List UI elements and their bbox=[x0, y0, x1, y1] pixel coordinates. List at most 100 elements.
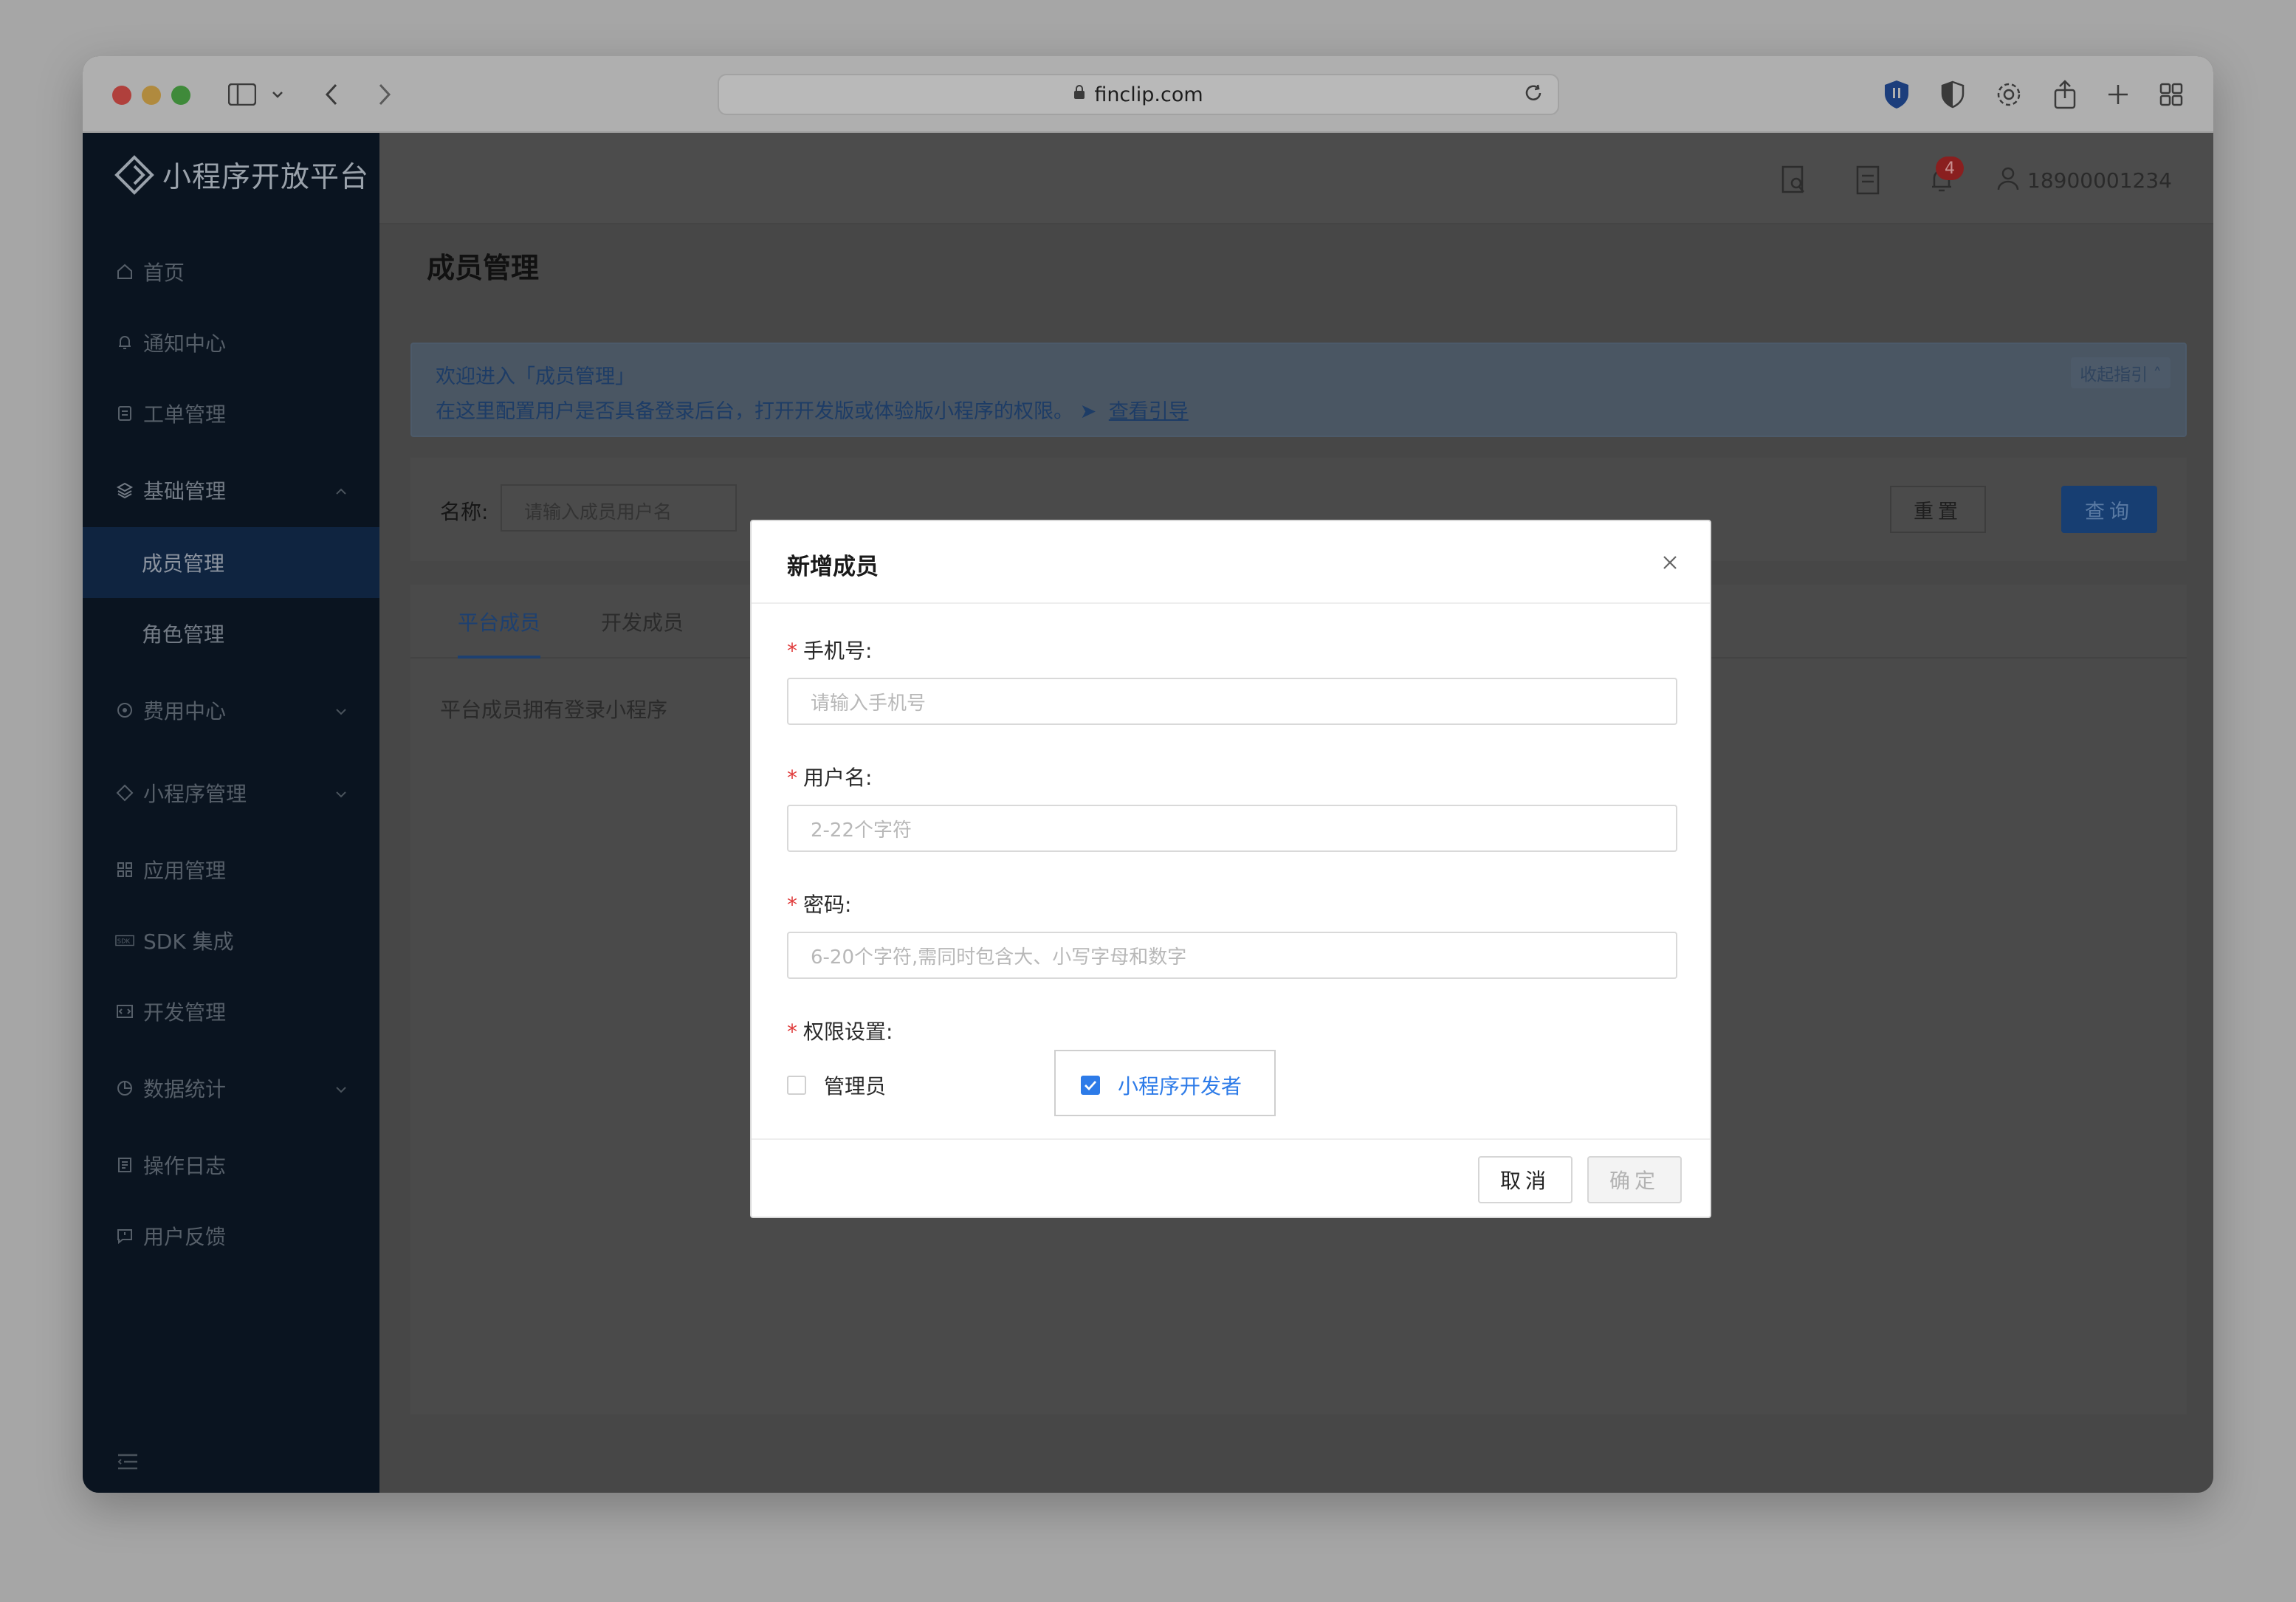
password-label-text: 密码: bbox=[803, 893, 852, 917]
fold-guide-button[interactable]: 收起指引 ˄ bbox=[2071, 357, 2170, 388]
tab-dev-members[interactable]: 开发成员 bbox=[601, 607, 684, 659]
developer-checkbox[interactable]: 小程序开发者 bbox=[1081, 1070, 1242, 1100]
send-icon: ➤ bbox=[1079, 400, 1097, 423]
address-bar[interactable]: finclip.com bbox=[718, 74, 1559, 115]
admin-checkbox-label: 管理员 bbox=[824, 1074, 887, 1099]
reset-button[interactable]: 重置 bbox=[1890, 486, 1986, 533]
back-icon[interactable] bbox=[320, 77, 343, 112]
lock-icon bbox=[1073, 85, 1085, 104]
chevron-down-icon[interactable] bbox=[269, 77, 286, 112]
phone-label-text: 手机号: bbox=[803, 639, 873, 663]
dialog-footer: 取消 确定 bbox=[752, 1138, 1710, 1217]
url-text: finclip.com bbox=[1094, 83, 1203, 106]
sidebar-item-billing[interactable]: 费用中心 bbox=[83, 682, 379, 738]
forward-icon[interactable] bbox=[374, 77, 396, 112]
tab-platform-members[interactable]: 平台成员 bbox=[458, 607, 541, 659]
chevron-down-icon bbox=[335, 1079, 347, 1097]
guide-line-2: 在这里配置用户是否具备登录后台，打开开发版或体验版小程序的权限。 ➤ 查看引导 bbox=[436, 395, 2162, 424]
admin-checkbox[interactable]: 管理员 bbox=[787, 1070, 886, 1100]
password-input[interactable]: 6-20个字符,需同时包含大、小写字母和数字 bbox=[787, 932, 1677, 979]
confirm-button[interactable]: 确定 bbox=[1587, 1156, 1682, 1203]
tab-overview-icon[interactable] bbox=[2153, 77, 2190, 112]
sidebar-item-label: 应用管理 bbox=[143, 859, 227, 883]
phone-input[interactable]: 请输入手机号 bbox=[787, 678, 1677, 725]
browser-titlebar: finclip.com bbox=[83, 56, 2213, 133]
sidebar-item-label: 用户反馈 bbox=[143, 1225, 227, 1249]
notification-badge: 4 bbox=[1936, 157, 1965, 180]
chevron-up-icon: ˄ bbox=[2153, 365, 2162, 385]
close-window-button[interactable] bbox=[112, 86, 131, 105]
permission-label-text: 权限设置: bbox=[803, 1020, 893, 1044]
menu-collapse-icon[interactable] bbox=[117, 1453, 139, 1474]
doc-search-icon[interactable] bbox=[1757, 159, 1831, 201]
browser-window: finclip.com 小程序开放平台 首页 通知中心 工单管理 基础管理 成员… bbox=[83, 56, 2213, 1493]
sidebar-item-home[interactable]: 首页 bbox=[83, 244, 379, 300]
sidebar-item-sdk[interactable]: SDK SDK 集成 bbox=[83, 912, 379, 969]
username-label: * 用户名: bbox=[787, 766, 873, 790]
sidebar-item-label: SDK 集成 bbox=[143, 929, 234, 954]
bell-icon bbox=[115, 333, 134, 352]
document-icon[interactable] bbox=[1831, 159, 1905, 201]
maximize-window-button[interactable] bbox=[171, 86, 190, 105]
new-tab-icon[interactable] bbox=[2100, 77, 2137, 112]
add-member-dialog: 新增成员 * 手机号: 请输入手机号 * 用户名: 2-22个字符 * 密码: 6-2… bbox=[750, 520, 1711, 1218]
developer-checkbox-label: 小程序开发者 bbox=[1118, 1074, 1242, 1099]
sidebar-item-feedback[interactable]: 用户反馈 bbox=[83, 1208, 379, 1264]
cancel-button[interactable]: 取消 bbox=[1478, 1156, 1573, 1203]
share-icon[interactable] bbox=[2046, 77, 2083, 112]
app-logo[interactable]: 小程序开放平台 bbox=[114, 152, 369, 198]
close-icon[interactable] bbox=[1658, 551, 1682, 574]
code-icon bbox=[115, 1002, 134, 1021]
privacy-shield-icon[interactable] bbox=[1934, 77, 1971, 112]
user-icon bbox=[1996, 166, 2020, 194]
sidebar-item-label: 开发管理 bbox=[143, 1000, 227, 1025]
feedback-icon bbox=[115, 1226, 134, 1245]
sidebar-item-label: 基础管理 bbox=[143, 479, 227, 503]
phone-label: * 手机号: bbox=[787, 639, 873, 663]
admin-checkbox-box[interactable] bbox=[787, 1076, 806, 1095]
sidebar-item-roles[interactable]: 角色管理 bbox=[83, 605, 379, 661]
sidebar-item-notifications[interactable]: 通知中心 bbox=[83, 314, 379, 371]
username-input[interactable]: 2-22个字符 bbox=[787, 805, 1677, 852]
minimize-window-button[interactable] bbox=[142, 86, 161, 105]
guide-text: 在这里配置用户是否具备登录后台，打开开发版或体验版小程序的权限。 bbox=[436, 400, 1073, 423]
dialog-title: 新增成员 bbox=[787, 554, 879, 580]
username-label-text: 用户名: bbox=[803, 766, 873, 790]
shield-icon[interactable] bbox=[1878, 77, 1915, 112]
checkbox-checked-icon[interactable] bbox=[1081, 1076, 1100, 1095]
chevron-up-icon bbox=[335, 481, 347, 499]
query-button[interactable]: 查询 bbox=[2061, 486, 2157, 533]
sidebar-item-development[interactable]: 开发管理 bbox=[83, 983, 379, 1039]
sidebar-item-label: 首页 bbox=[143, 261, 185, 285]
grid-icon bbox=[115, 860, 134, 879]
logo-text: 小程序开放平台 bbox=[162, 161, 370, 194]
notification-bell-icon[interactable]: 4 bbox=[1905, 157, 1979, 201]
guide-link[interactable]: 查看引导 bbox=[1109, 400, 1189, 423]
coin-icon bbox=[115, 701, 134, 720]
sidebar-item-apps[interactable]: 应用管理 bbox=[83, 842, 379, 898]
guide-line-1: 欢迎进入「成员管理」 bbox=[436, 365, 635, 388]
pie-chart-icon bbox=[115, 1079, 134, 1098]
user-phone: 18900001234 bbox=[2027, 168, 2172, 193]
password-label: * 密码: bbox=[787, 893, 852, 917]
svg-text:SDK: SDK bbox=[117, 938, 131, 945]
sidebar-item-miniprogram[interactable]: 小程序管理 bbox=[83, 765, 379, 821]
sidebar-item-logs[interactable]: 操作日志 bbox=[83, 1137, 379, 1193]
sidebar-item-label: 成员管理 bbox=[142, 551, 225, 576]
name-filter-input[interactable]: 请输入成员用户名 bbox=[501, 484, 737, 532]
top-header: 4 18900001234 bbox=[379, 133, 2213, 224]
reload-icon[interactable] bbox=[1522, 83, 1544, 110]
dialog-header: 新增成员 bbox=[752, 521, 1710, 604]
sidebar-toggle-icon[interactable] bbox=[226, 77, 258, 112]
sidebar-item-members[interactable]: 成员管理 bbox=[83, 527, 379, 598]
sidebar-item-basic-management[interactable]: 基础管理 bbox=[83, 462, 379, 518]
sidebar-item-label: 费用中心 bbox=[143, 699, 227, 723]
user-menu[interactable]: 18900001234 bbox=[1979, 159, 2172, 201]
gear-icon[interactable] bbox=[1990, 77, 2027, 112]
chevron-down-icon bbox=[335, 701, 347, 719]
guide-banner: 欢迎进入「成员管理」 在这里配置用户是否具备登录后台，打开开发版或体验版小程序的… bbox=[410, 343, 2187, 437]
sidebar-item-label: 通知中心 bbox=[143, 331, 227, 356]
sidebar-item-statistics[interactable]: 数据统计 bbox=[83, 1060, 379, 1116]
sidebar-item-tickets[interactable]: 工单管理 bbox=[83, 385, 379, 441]
chevron-down-icon bbox=[335, 784, 347, 802]
